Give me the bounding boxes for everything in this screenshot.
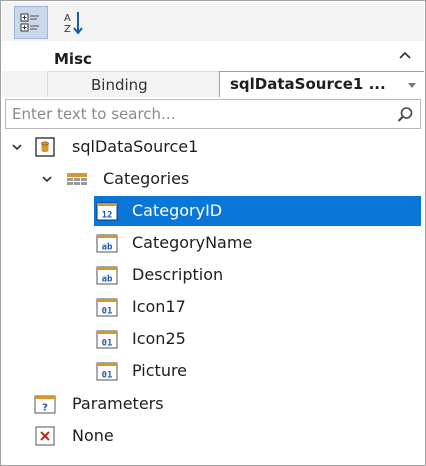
categorized-view-button[interactable] [14,6,48,39]
tree-node-icon25[interactable]: 01 Icon25 [94,324,421,354]
binding-editor-window: A Z Misc Binding sqlDataSource1 ... Ente… [0,0,426,466]
property-value: sqlDataSource1 ... [230,75,386,93]
chevron-up-icon[interactable] [398,49,412,63]
tree-node-description[interactable]: ab Description [94,260,421,290]
tree-node-label: CategoryID [132,201,223,220]
chevron-down-icon[interactable] [40,172,54,186]
binary-field-icon: 01 [96,362,118,381]
search-box[interactable] [5,99,421,129]
binary-field-icon: 01 [96,330,118,349]
string-field-icon: ab [96,234,118,253]
tree-node-categoryid[interactable]: 12 CategoryID [94,196,421,226]
parameters-badge-text: ? [42,403,48,414]
binary-field-icon: 01 [96,298,118,317]
tree-node-label: Categories [103,169,190,188]
alphabetical-sort-button[interactable]: A Z [58,6,92,39]
none-icon [35,426,55,446]
categorized-view-icon [20,13,39,32]
svg-text:A: A [64,13,71,24]
string-field-icon: ab [96,266,118,285]
field-badge-text: 12 [102,211,113,221]
field-badge-text: 01 [102,307,113,317]
tree-node-label: Icon25 [132,329,186,348]
category-label: Misc [54,50,92,68]
field-badge-text: ab [102,243,113,253]
tree-node-icon17[interactable]: 01 Icon17 [94,292,421,322]
database-icon [35,137,55,157]
property-grid: Misc Binding sqlDataSource1 ... [2,41,424,97]
binding-dropdown-popup: sqlDataSource1 Categories [2,97,424,465]
tree-node-label: Parameters [72,394,164,413]
search-icon[interactable] [396,106,414,124]
property-name-cell[interactable]: Binding [47,71,219,97]
field-badge-text: 01 [102,339,113,349]
tree-node-picture[interactable]: 01 Picture [94,356,421,386]
property-grid-toolbar: A Z [2,2,424,41]
svg-text:Z: Z [64,24,71,35]
tree-node-parameters[interactable]: ? Parameters [2,389,424,419]
search-input[interactable] [12,103,382,125]
tree-node-categories[interactable]: Categories [2,164,424,194]
tree-node-none[interactable]: None [2,421,424,451]
dropdown-arrow-icon[interactable] [406,80,418,90]
tree-node-label: Picture [132,361,188,380]
property-name: Binding [91,76,148,94]
tree-node-label: Description [132,265,224,284]
numeric-field-icon: 12 [96,202,118,221]
sort-alphabetical-icon: A Z [64,12,83,35]
tree-node-label: None [72,426,114,445]
field-badge-text: ab [102,275,113,285]
property-row-binding[interactable]: Binding sqlDataSource1 ... [2,71,424,97]
field-badge-text: 01 [102,371,113,381]
tree-node-label: sqlDataSource1 [72,137,199,156]
chevron-down-icon[interactable] [10,140,24,154]
property-gutter [2,71,47,97]
table-icon [67,173,87,185]
tree-node-label: CategoryName [132,233,253,252]
tree-node-categoryname[interactable]: ab CategoryName [94,228,421,258]
property-value-editor[interactable]: sqlDataSource1 ... [219,71,424,97]
tree-node-sqldatasource1[interactable]: sqlDataSource1 [2,132,424,162]
tree-node-label: Icon17 [132,297,186,316]
category-row-misc[interactable]: Misc [2,47,424,71]
parameters-icon: ? [34,395,56,414]
